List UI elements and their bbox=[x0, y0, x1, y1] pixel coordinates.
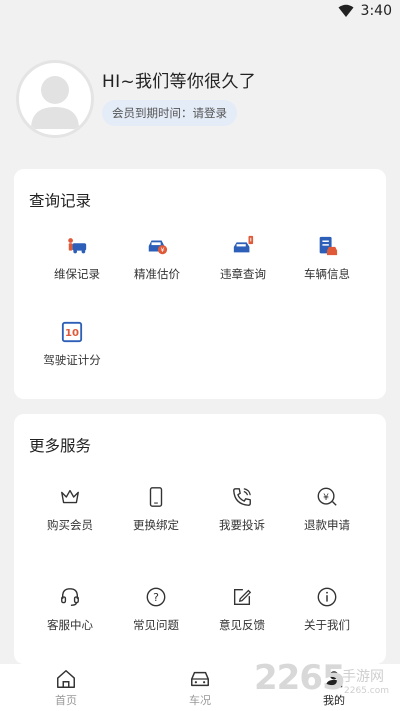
complaint-item[interactable]: 我要投诉 bbox=[202, 486, 282, 533]
info-icon bbox=[317, 587, 337, 607]
tab-car-status[interactable]: 车况 bbox=[170, 668, 230, 708]
headset-icon bbox=[61, 588, 79, 606]
profile-header: HI~我们等你很久了 会员到期时间：请登录 bbox=[0, 52, 400, 152]
default-avatar-icon bbox=[31, 76, 79, 129]
car-price-icon: ¥ bbox=[148, 240, 168, 255]
tab-home[interactable]: 首页 bbox=[36, 668, 96, 708]
item-label: 客服中心 bbox=[47, 618, 93, 632]
avatar[interactable] bbox=[16, 60, 94, 138]
car-icon bbox=[191, 671, 209, 687]
phone-icon bbox=[149, 487, 163, 507]
vehicle-document-icon bbox=[319, 236, 338, 256]
status-time: 3:40 bbox=[360, 3, 392, 19]
maintenance-record-item[interactable]: 维保记录 bbox=[37, 235, 117, 282]
greeting-text: HI~我们等你很久了 bbox=[102, 72, 257, 92]
item-label: 车辆信息 bbox=[304, 267, 350, 281]
license-points-item[interactable]: 10 驾驶证计分 bbox=[32, 321, 112, 368]
wifi-icon bbox=[338, 4, 354, 17]
item-label: 违章查询 bbox=[220, 267, 266, 281]
price-estimate-item[interactable]: ¥ 精准估价 bbox=[117, 235, 197, 282]
svg-text:?: ? bbox=[153, 591, 159, 604]
feedback-item[interactable]: 意见反馈 bbox=[202, 586, 282, 633]
item-label: 常见问题 bbox=[133, 618, 179, 632]
svg-text:¥: ¥ bbox=[160, 246, 164, 254]
car-repair-icon bbox=[68, 238, 87, 254]
member-status-badge[interactable]: 会员到期时间：请登录 bbox=[102, 100, 237, 126]
svg-text:¥: ¥ bbox=[323, 492, 329, 503]
tab-label: 车况 bbox=[189, 694, 211, 707]
vehicle-info-item[interactable]: 车辆信息 bbox=[287, 235, 367, 282]
watermark-number: 2265 bbox=[254, 658, 346, 698]
faq-item[interactable]: ? 常见问题 bbox=[116, 586, 196, 633]
item-label: 退款申请 bbox=[304, 518, 350, 532]
question-icon: ? bbox=[146, 587, 166, 607]
refund-item[interactable]: ¥ 退款申请 bbox=[287, 486, 367, 533]
status-bar: 3:40 bbox=[0, 0, 400, 24]
crown-icon bbox=[61, 489, 79, 504]
about-us-item[interactable]: 关于我们 bbox=[287, 586, 367, 633]
customer-service-item[interactable]: 客服中心 bbox=[30, 586, 110, 633]
item-label: 意见反馈 bbox=[219, 618, 265, 632]
more-services-card: 更多服务 购买会员 更换绑定 我要投诉 ¥ 退款申请 客服中心 ? 常见问题 意… bbox=[14, 414, 386, 664]
tab-label: 首页 bbox=[55, 694, 77, 707]
item-label: 更换绑定 bbox=[133, 518, 179, 532]
watermark-text: 手游网 bbox=[342, 669, 384, 685]
item-label: 精准估价 bbox=[134, 267, 180, 281]
item-label: 关于我们 bbox=[304, 618, 350, 632]
watermark-url: 2265.com bbox=[344, 686, 389, 696]
buy-membership-item[interactable]: 购买会员 bbox=[30, 486, 110, 533]
change-binding-item[interactable]: 更换绑定 bbox=[116, 486, 196, 533]
item-label: 购买会员 bbox=[47, 518, 93, 532]
edit-icon bbox=[233, 588, 252, 606]
car-violation-icon bbox=[233, 235, 254, 253]
refund-icon: ¥ bbox=[317, 487, 337, 506]
item-label: 驾驶证计分 bbox=[43, 353, 101, 367]
item-label: 维保记录 bbox=[54, 267, 100, 281]
watermark-logo: 2265 手游网 2265.com bbox=[254, 656, 394, 708]
query-records-title: 查询记录 bbox=[29, 192, 92, 210]
license-points-icon: 10 bbox=[61, 321, 83, 343]
call-icon bbox=[233, 488, 251, 506]
more-services-title: 更多服务 bbox=[29, 437, 92, 455]
violation-query-item[interactable]: 违章查询 bbox=[203, 235, 283, 282]
query-records-card: 查询记录 维保记录 ¥ 精准估价 违章查询 车辆信息 10 驾驶证计分 bbox=[14, 169, 386, 399]
item-label: 我要投诉 bbox=[219, 518, 265, 532]
svg-text:10: 10 bbox=[65, 328, 79, 339]
home-icon bbox=[57, 670, 75, 688]
